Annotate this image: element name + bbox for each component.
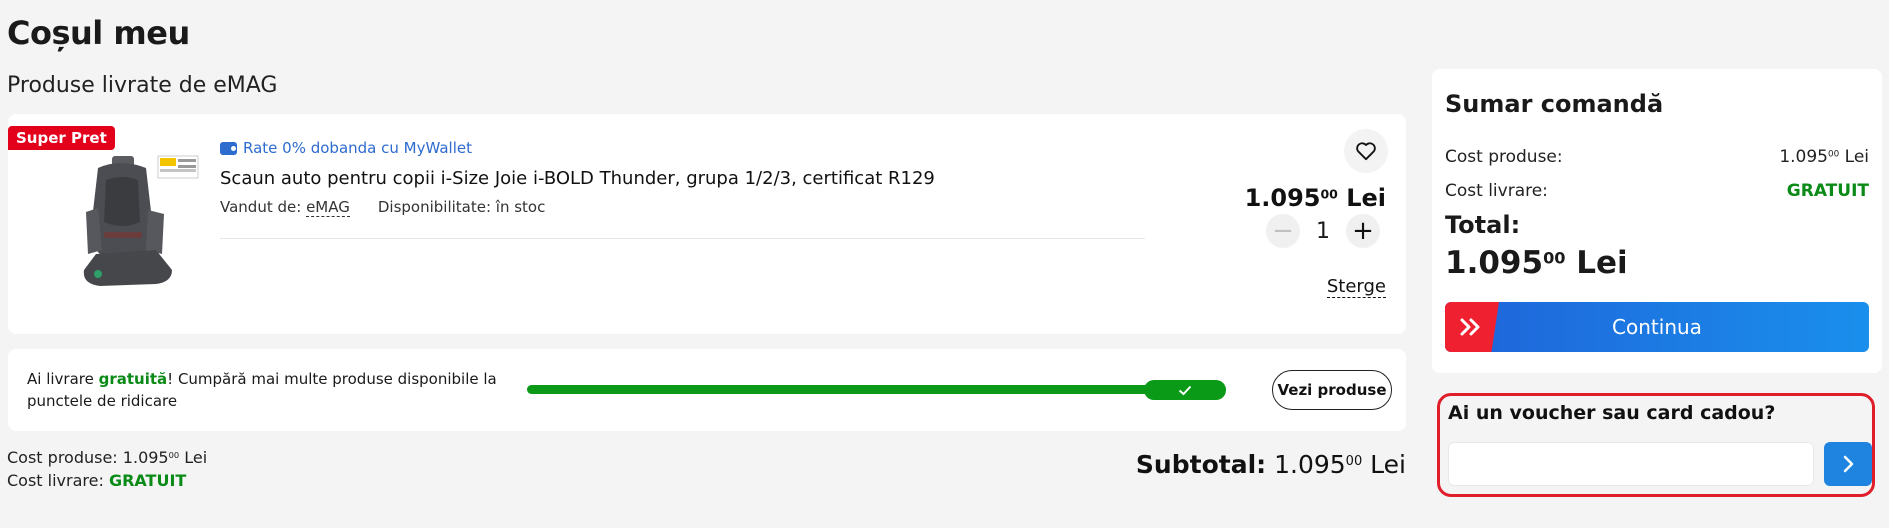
wallet-icon — [220, 141, 237, 155]
page-title: Coșul meu — [7, 14, 190, 52]
price-currency: Lei — [1346, 184, 1386, 212]
view-products-button[interactable]: Vezi produse — [1272, 370, 1392, 410]
summary-delivery-row: Cost livrare: GRATUIT — [1445, 181, 1869, 201]
subtotal-currency: Lei — [1370, 450, 1406, 479]
seller-link[interactable]: eMAG — [306, 198, 350, 217]
footer-delivery-value: GRATUIT — [108, 471, 187, 490]
decrease-quantity-button[interactable]: − — [1266, 214, 1300, 248]
double-chevron-right-icon — [1445, 302, 1499, 352]
footer-products-cost: Cost produse: 1.09500 Lei — [7, 448, 207, 467]
add-to-favorites-button[interactable] — [1344, 129, 1388, 173]
footer-delivery-cost: Cost livrare: GRATUIT — [7, 471, 186, 490]
plus-icon: + — [1352, 216, 1374, 246]
voucher-title: Ai un voucher sau card cadou? — [1448, 402, 1776, 424]
checkmark-icon — [1178, 385, 1192, 395]
increase-quantity-button[interactable]: + — [1346, 214, 1380, 248]
summary-products-dec: 00 — [1828, 149, 1840, 160]
total-currency: Lei — [1576, 245, 1628, 281]
voucher-code-input[interactable] — [1448, 442, 1814, 486]
order-summary-panel: Sumar comandă Cost produse: 1.09500 Lei … — [1432, 69, 1882, 373]
subtotal-int: 1.095 — [1274, 450, 1346, 479]
price-decimals: 00 — [1320, 186, 1338, 202]
footer-products-dec: 00 — [168, 450, 180, 461]
footer-products-currency: Lei — [184, 448, 208, 467]
chevron-right-icon — [1843, 455, 1854, 473]
product-meta: Vandut de: eMAG Disponibilitate: în stoc — [220, 198, 546, 217]
remove-product-link[interactable]: Sterge — [1326, 276, 1386, 298]
footer-products-int: 1.095 — [122, 448, 169, 467]
seller-info: Vandut de: eMAG — [220, 198, 350, 217]
cart-product-card: Super Pret Rate 0% dobanda cu MyWallet S… — [8, 114, 1406, 334]
summary-products-label: Cost produse: — [1445, 147, 1563, 167]
section-title: Produse livrate de eMAG — [7, 73, 278, 98]
shipping-text-before: Ai livrare — [27, 370, 99, 388]
summary-products-row: Cost produse: 1.09500 Lei — [1445, 147, 1869, 167]
product-image[interactable] — [60, 150, 200, 300]
product-name-link[interactable]: Scaun auto pentru copii i-Size Joie i-BO… — [220, 168, 935, 189]
total-label: Total: — [1445, 211, 1521, 239]
price-integer: 1.095 — [1244, 184, 1321, 212]
progress-fill — [527, 385, 1226, 394]
heart-icon — [1356, 142, 1376, 161]
quantity-value: 1 — [1316, 218, 1330, 244]
product-price: 1.09500 Lei — [1245, 184, 1386, 212]
free-shipping-message: Ai livrare gratuită! Cumpără mai multe p… — [27, 368, 497, 412]
summary-delivery-value: GRATUIT — [1786, 181, 1869, 201]
seller-label: Vandut de: — [220, 198, 302, 216]
summary-products-int: 1.095 — [1779, 147, 1828, 167]
quantity-stepper: − 1 + — [1266, 214, 1380, 248]
wallet-promo[interactable]: Rate 0% dobanda cu MyWallet — [220, 139, 472, 157]
availability-status: Disponibilitate: în stoc — [377, 198, 546, 216]
free-shipping-progress-bar — [527, 385, 1226, 394]
total-price: 1.09500 Lei — [1445, 245, 1628, 281]
free-shipping-card: Ai livrare gratuită! Cumpără mai multe p… — [8, 349, 1406, 431]
summary-products-currency: Lei — [1844, 147, 1869, 167]
apply-voucher-button[interactable] — [1824, 442, 1872, 486]
continue-button[interactable]: Continua — [1445, 302, 1869, 352]
subtotal: Subtotal: 1.09500 Lei — [1136, 450, 1406, 479]
shipping-free-word: gratuită — [98, 370, 168, 388]
summary-delivery-label: Cost livrare: — [1445, 181, 1548, 201]
summary-products-value: 1.09500 Lei — [1779, 147, 1869, 167]
minus-icon: − — [1272, 216, 1294, 246]
divider — [220, 238, 1145, 239]
footer-delivery-label: Cost livrare: — [7, 471, 104, 490]
voucher-section: Ai un voucher sau card cadou? — [1437, 393, 1875, 497]
order-summary-title: Sumar comandă — [1445, 90, 1664, 118]
total-int: 1.095 — [1445, 245, 1544, 281]
wallet-promo-label: Rate 0% dobanda cu MyWallet — [243, 139, 472, 157]
total-dec: 00 — [1543, 248, 1566, 268]
continue-label: Continua — [1612, 315, 1702, 339]
footer-products-label: Cost produse: — [7, 448, 118, 467]
subtotal-label: Subtotal: — [1135, 450, 1267, 479]
super-pret-badge: Super Pret — [8, 126, 115, 150]
progress-complete-marker — [1144, 380, 1226, 400]
subtotal-dec: 00 — [1345, 454, 1363, 470]
